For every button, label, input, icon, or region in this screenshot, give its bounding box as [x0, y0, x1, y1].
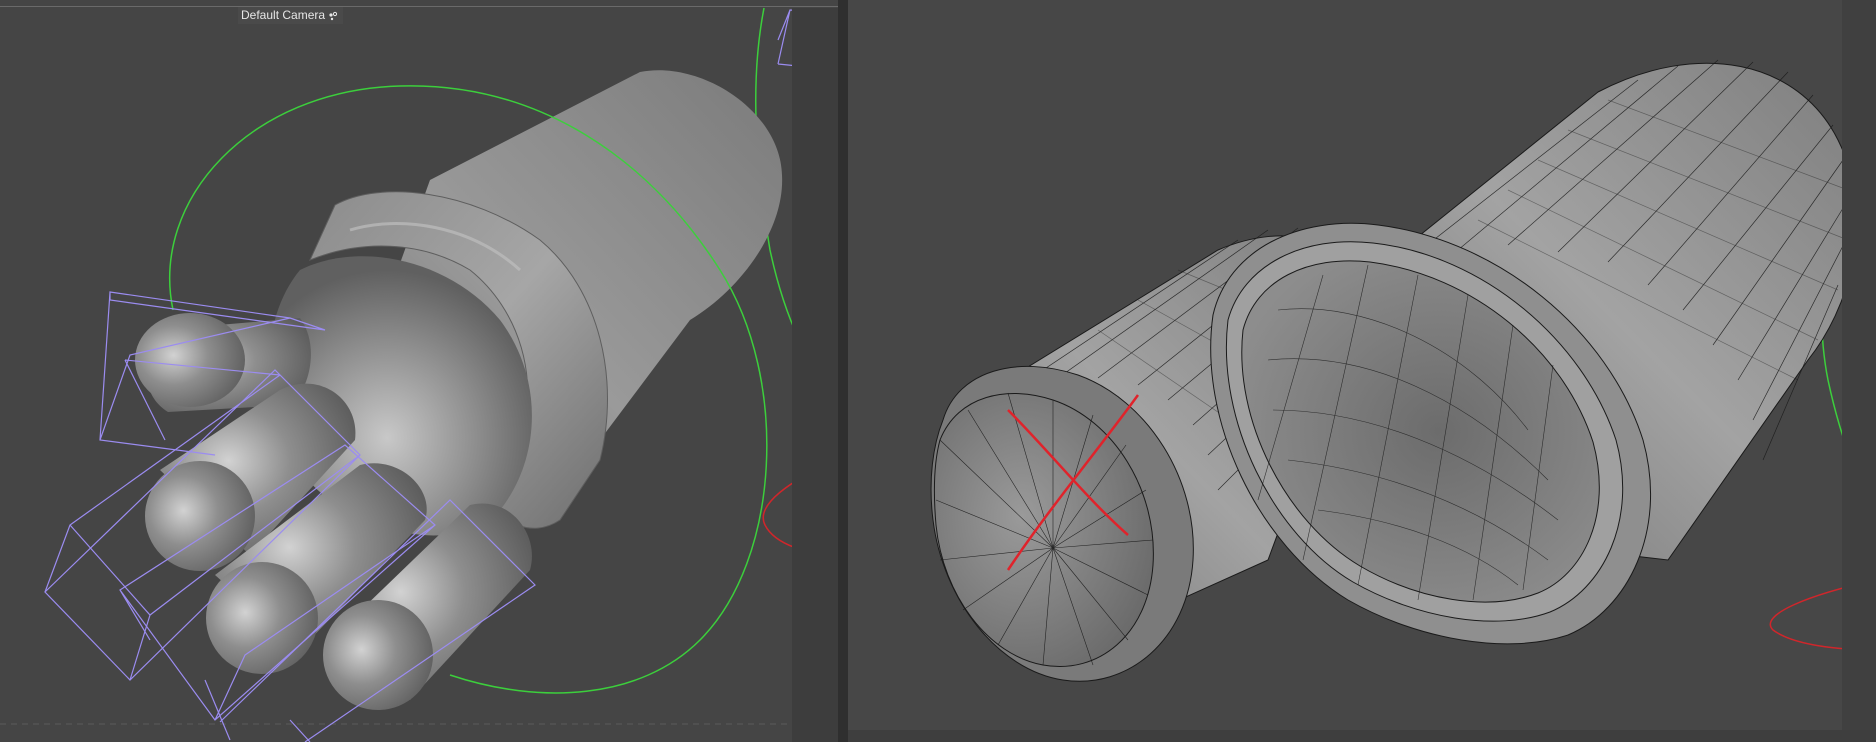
viewport-right-strip-2	[1842, 0, 1876, 742]
editor-stage: Default Camera	[0, 0, 1876, 742]
left-viewport-canvas[interactable]	[0, 0, 838, 742]
viewport-bottom-bar	[848, 730, 1876, 742]
viewport-top-border	[0, 6, 838, 7]
right-viewport-canvas[interactable]	[848, 0, 1876, 742]
right-viewport[interactable]	[848, 0, 1876, 742]
left-viewport[interactable]: Default Camera	[0, 0, 838, 742]
viewport-right-strip	[792, 8, 838, 742]
camera-selector[interactable]: Default Camera	[238, 7, 344, 24]
viewport-divider[interactable]	[838, 0, 848, 742]
camera-settings-icon[interactable]	[328, 11, 338, 21]
camera-label-text: Default Camera	[241, 8, 326, 22]
